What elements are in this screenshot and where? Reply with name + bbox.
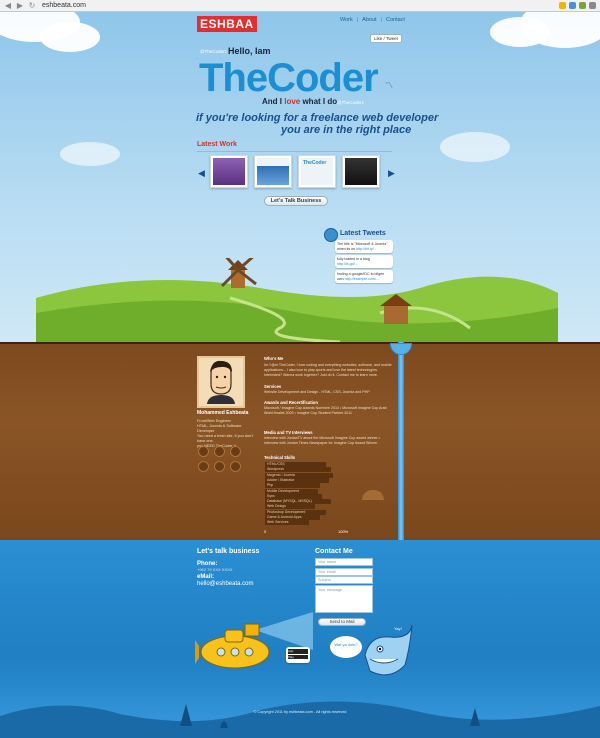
twitter-handle[interactable]: @TheCoderz [200, 49, 227, 54]
nav-about[interactable]: About [362, 17, 376, 23]
bird-icon: 〽 [385, 81, 393, 90]
back-icon[interactable]: ◀ [4, 1, 12, 10]
rss-icon[interactable] [198, 461, 209, 472]
cloud [440, 132, 510, 162]
twitter-icon[interactable] [198, 446, 209, 457]
work-thumbnail[interactable] [210, 155, 248, 188]
reload-icon[interactable]: ↻ [28, 1, 36, 10]
hills-illustration [36, 258, 558, 342]
section-title: Technical Skills [264, 455, 296, 460]
skills-scale-end: 100% [338, 529, 349, 534]
skill-bar: Web Services [265, 520, 309, 526]
latest-tweets-title: Latest Tweets [340, 230, 386, 237]
linkedin-icon[interactable] [230, 446, 241, 457]
facebook-icon[interactable] [214, 446, 225, 457]
site-logo[interactable]: ESHBAA [197, 16, 257, 32]
business-title: Let's talk business [197, 548, 260, 555]
tweet-item: The title is "Microsoft & Joomla" when i… [335, 240, 393, 253]
skills-scale-start: 0 [264, 529, 267, 534]
section-title: Who's Me [264, 356, 284, 361]
skill-bar: HTML/CSS [265, 462, 326, 467]
message-field[interactable]: Your message [315, 585, 373, 613]
latest-work-title: Latest Work [197, 141, 237, 148]
nav-separator: | [380, 17, 382, 23]
section-title: Media and TV Interviews [264, 430, 313, 435]
carousel-prev-icon[interactable]: ◀ [198, 168, 205, 179]
address-bar[interactable]: eshbeata.com [40, 2, 555, 9]
speech-bubble: Wat ya doin? [330, 636, 362, 658]
skill-bar: Wordpress [265, 467, 331, 473]
nav-separator: | [356, 17, 359, 23]
work-thumbnail[interactable] [342, 155, 380, 188]
carousel-next-icon[interactable]: ▶ [388, 168, 395, 179]
star-icon[interactable] [559, 2, 566, 9]
extension-icon[interactable] [569, 2, 576, 9]
twitter-handle-2[interactable]: @TheCoderz [337, 100, 364, 105]
section-text: Website Development and Design - HTML, C… [264, 390, 370, 394]
subject-field[interactable]: Subject [315, 576, 373, 584]
email-link[interactable]: hello@eshbeata.com [197, 581, 253, 587]
avatar [197, 356, 245, 408]
wrench-icon[interactable] [589, 2, 596, 9]
hero-title: TheCoder [199, 56, 379, 100]
nav-work[interactable]: Work [340, 17, 353, 23]
tweet-link[interactable]: http://bit.ly/... [356, 247, 376, 251]
skill-bar: Php [265, 483, 320, 489]
submarine-illustration [195, 612, 313, 669]
nav-contact[interactable]: Contact [386, 17, 405, 23]
section-text: Microsoft / Imagine Cup Awards Nominee 2… [264, 406, 387, 415]
email-field[interactable]: Your email [315, 568, 373, 576]
skill-bar: Game & Android Apps [265, 515, 320, 520]
cloud [40, 22, 100, 52]
work-thumbnail[interactable]: TheCoder [298, 155, 336, 188]
forward-icon[interactable]: ▶ [16, 1, 24, 10]
portrait-illustration [207, 360, 235, 404]
hero-section: ESHBAA Work | About | Contact Like / Twe… [0, 12, 600, 342]
lets-talk-button[interactable]: Let's Talk Business [264, 196, 328, 206]
hero-subtitle: And I love what I do [262, 97, 338, 106]
browser-toolbar: ◀ ▶ ↻ eshbeata.com [0, 0, 600, 12]
contact-form-title: Contact Me [315, 548, 353, 555]
section-text: Im Y@m TheCoder, I love coding and every… [264, 363, 392, 377]
skill-bar: Adobe / Illustrator [265, 477, 329, 483]
skill-bar: Sync [265, 493, 322, 499]
extension-icon[interactable] [579, 2, 586, 9]
phone-value: +962 79 XXX XXXX [197, 567, 233, 572]
email-icon[interactable] [230, 461, 241, 472]
social-like-button[interactable]: Like / Tweet [370, 34, 402, 43]
hero-tagline: if you're looking for a freelance web de… [196, 112, 439, 136]
store-badges[interactable]: App Play [286, 647, 310, 663]
work-thumbnail[interactable] [254, 155, 292, 188]
cloud [490, 17, 550, 47]
email-label: eMail: [197, 574, 215, 580]
divider [197, 151, 392, 152]
hello-text: Hello, Iam [228, 46, 271, 56]
section-text: Interview with JordanTV about the Micros… [264, 436, 380, 445]
cloud [60, 142, 120, 166]
skill-bar: Magento / Joomla [265, 472, 333, 478]
profile-role: Front/Web Engineer HTML, Joomla & Softwa… [197, 419, 253, 448]
skill-bar: Mobile Development [265, 488, 318, 494]
section-title: Awards and Recertification [264, 400, 318, 405]
profile-name: Mohammed Eshbeata [197, 410, 249, 416]
section-title: Services [264, 384, 282, 389]
shark-illustration [364, 624, 413, 676]
name-field[interactable]: Your name [315, 558, 373, 566]
skill-bar: Photoshop Development [265, 509, 326, 515]
skill-bar: Database (MYSQL, MSSQL) [265, 499, 331, 505]
top-nav: Work | About | Contact [340, 17, 405, 23]
send-button[interactable]: Send to Mail [318, 618, 366, 626]
footer-copyright: © Copyright 2011 by eshbeata.com - All r… [253, 710, 347, 714]
water-pipe [398, 342, 404, 540]
skype-icon[interactable] [214, 461, 225, 472]
skill-bar: Web Design [265, 504, 315, 510]
